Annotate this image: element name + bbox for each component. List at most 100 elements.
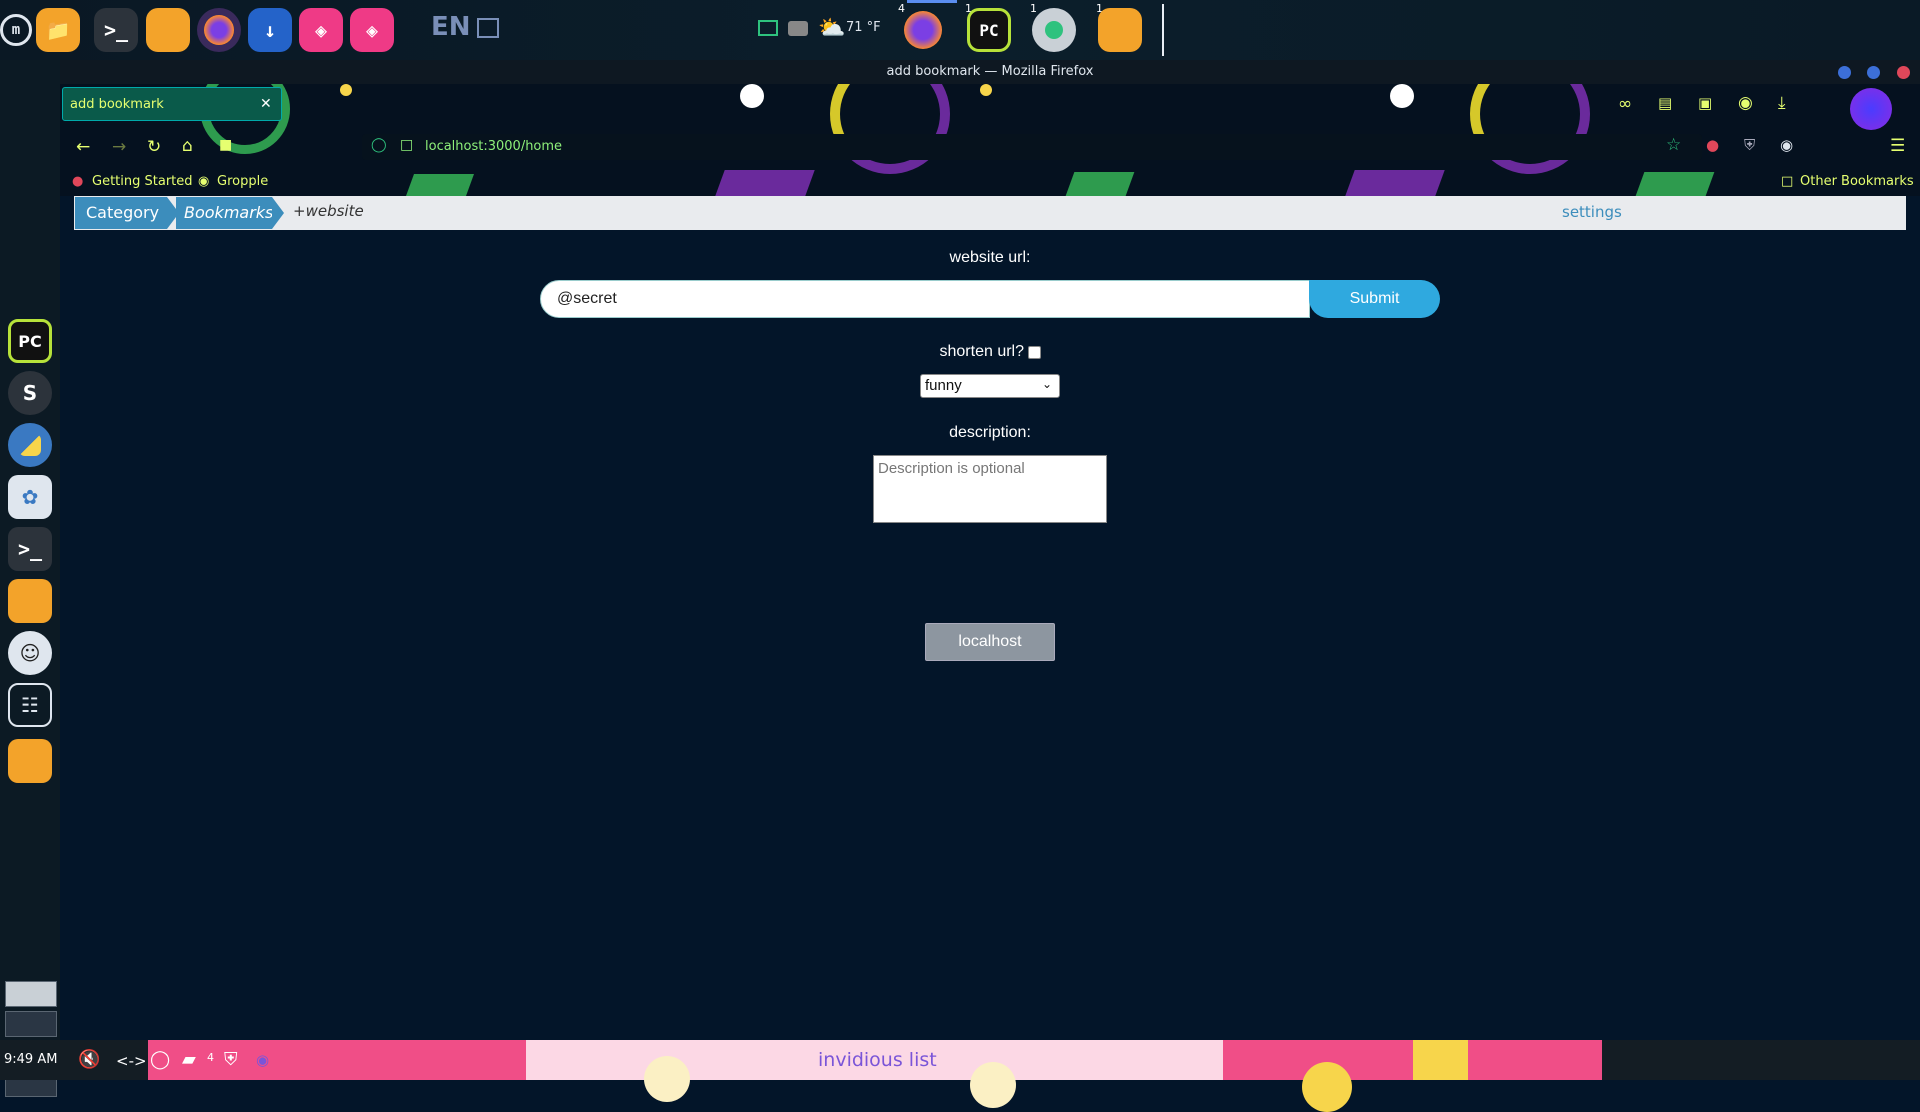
bookmark-star-icon[interactable]: ☆ — [1666, 135, 1681, 155]
media-panel-accent — [1413, 1040, 1468, 1080]
theme-block — [1345, 170, 1445, 196]
close-window-icon[interactable] — [1897, 66, 1910, 79]
settings-window-count: 1 — [1030, 2, 1037, 15]
settings-link[interactable]: settings — [1562, 203, 1622, 221]
theme-dot — [1390, 84, 1414, 108]
extension-icon[interactable]: ■ — [219, 137, 232, 153]
camera-icon[interactable] — [788, 21, 808, 36]
window-title: add bookmark — Mozilla Firefox — [60, 60, 1920, 84]
bookmark-gropple[interactable]: Gropple — [217, 174, 268, 189]
firefox-task-icon[interactable] — [901, 8, 945, 52]
notification-count: 4 — [207, 1051, 214, 1064]
addon-ghost-icon[interactable]: ◉ — [1780, 136, 1793, 154]
breadcrumb-bookmarks[interactable]: Bookmarks — [176, 197, 273, 229]
sunglasses-dock-icon[interactable]: ☺ — [8, 631, 52, 675]
theme-ring — [1470, 84, 1590, 174]
shorten-url-checkbox[interactable] — [1028, 346, 1041, 359]
infinity-icon[interactable]: ∞ — [1618, 94, 1632, 114]
left-dock: PC S ✿ >_ ☺ ☷ — [0, 60, 60, 1097]
description-textarea[interactable]: Description is optional — [873, 455, 1107, 523]
feather-dock-icon[interactable]: ✿ — [8, 475, 52, 519]
addon-red-icon[interactable]: ● — [1706, 136, 1719, 154]
menu-icon[interactable]: ☰ — [1890, 136, 1905, 156]
forward-icon[interactable]: → — [112, 137, 126, 157]
workspace-2[interactable] — [5, 1011, 57, 1037]
monitor-icon[interactable] — [758, 20, 778, 36]
theme-dot — [980, 84, 992, 96]
home-icon[interactable]: ⌂ — [182, 136, 193, 156]
folder-launcher-icon[interactable] — [146, 8, 190, 52]
software-manager-icon[interactable]: ↓ — [248, 8, 292, 52]
workspace-switcher-icon[interactable] — [477, 18, 499, 38]
mute-icon[interactable]: 🔇 — [78, 1049, 100, 1070]
top-panel: m 📁 >_ ↓ ◈ ◈ EN ⛅ 71 °F 4 1 PC 1 1 — [0, 0, 1920, 60]
pycharm-dock-icon[interactable]: PC — [8, 319, 52, 363]
clock[interactable]: 9:49 AM — [4, 1052, 57, 1067]
shop2-launcher-icon[interactable]: ◈ — [350, 8, 394, 52]
terminal-dock-icon[interactable]: >_ — [8, 527, 52, 571]
files-launcher-icon[interactable]: 📁 — [36, 8, 80, 52]
mint-menu-icon[interactable]: m — [0, 14, 32, 46]
theme-block — [1065, 172, 1135, 196]
book-dock-icon[interactable]: ☷ — [8, 683, 52, 727]
terminal-launcher-icon[interactable]: >_ — [94, 8, 138, 52]
active-task-indicator — [907, 0, 957, 3]
localhost-button[interactable]: localhost — [925, 623, 1055, 661]
media-decor-circle — [644, 1056, 690, 1102]
submit-button[interactable]: Submit — [1309, 280, 1440, 318]
media-panel-left — [148, 1040, 526, 1080]
url-text[interactable]: localhost:3000/home — [425, 139, 562, 154]
url-bar[interactable] — [362, 134, 1702, 160]
folder-icon: □ — [1781, 174, 1794, 189]
system-settings-task-icon[interactable] — [1032, 8, 1076, 52]
other-bookmarks[interactable]: Other Bookmarks — [1800, 174, 1914, 189]
bell-outline-icon[interactable]: ◯ — [150, 1049, 170, 1070]
weather-cloud-icon[interactable]: ⛅ — [818, 16, 845, 41]
network-icon[interactable]: <-> — [116, 1052, 147, 1070]
theme-block — [405, 174, 475, 196]
files-task-icon[interactable] — [1098, 8, 1142, 52]
stacer-dock-icon[interactable]: S — [8, 371, 52, 415]
cast-icon[interactable]: ▣ — [1698, 94, 1712, 112]
language-indicator[interactable]: EN — [431, 12, 471, 42]
sidebar-icon[interactable]: ▤ — [1658, 94, 1672, 112]
downloads-icon[interactable]: ⤓ — [1778, 93, 1786, 113]
workspace-1[interactable] — [5, 981, 57, 1007]
firefox-bookmark-icon: ● — [72, 174, 84, 189]
files-dock-icon[interactable] — [8, 579, 52, 623]
maximize-icon[interactable] — [1867, 66, 1880, 79]
minimize-icon[interactable] — [1838, 66, 1851, 79]
shop-launcher-icon[interactable]: ◈ — [299, 8, 343, 52]
globe-icon: ◉ — [198, 174, 210, 189]
pycharm-task-icon[interactable]: PC — [967, 8, 1011, 52]
back-icon[interactable]: ← — [76, 137, 90, 157]
page-icon: □ — [400, 137, 414, 153]
theme-ring — [830, 84, 950, 174]
website-url-input[interactable]: @secret — [540, 280, 1310, 318]
tab-close-icon[interactable]: ✕ — [260, 96, 272, 112]
website-url-label: website url: — [949, 249, 1031, 266]
discord-icon[interactable]: ◉ — [256, 1051, 269, 1069]
firefox-launcher-icon[interactable] — [197, 8, 241, 52]
breadcrumb-arrow — [272, 197, 284, 229]
category-select[interactable]: funny — [920, 374, 1060, 398]
shield-icon[interactable]: ◯ — [371, 137, 387, 153]
python-dock-icon[interactable] — [8, 423, 52, 467]
bookmark-getting-started[interactable]: Getting Started — [92, 174, 193, 189]
shield-tray-icon[interactable]: ⛨ — [224, 1049, 238, 1070]
page-content — [60, 196, 1920, 1040]
folder-dock-icon[interactable] — [8, 739, 52, 783]
weather-temperature[interactable]: 71 °F — [846, 20, 881, 35]
media-title[interactable]: invidious list — [818, 1049, 937, 1071]
reload-icon[interactable]: ↻ — [147, 137, 161, 157]
notifications-icon[interactable]: ▰ — [182, 1049, 196, 1070]
account-icon[interactable]: ◉ — [1738, 93, 1753, 113]
addon-shield-icon[interactable]: ⛨ — [1744, 136, 1755, 154]
breadcrumb-category[interactable]: Category — [75, 197, 167, 229]
theme-orb — [1850, 88, 1892, 130]
shorten-url-label: shorten url? — [939, 343, 1025, 360]
theme-dot — [740, 84, 764, 108]
media-panel-end — [1468, 1040, 1602, 1080]
media-decor-circle — [970, 1062, 1016, 1108]
chevron-down-icon: ⌄ — [1042, 377, 1053, 391]
